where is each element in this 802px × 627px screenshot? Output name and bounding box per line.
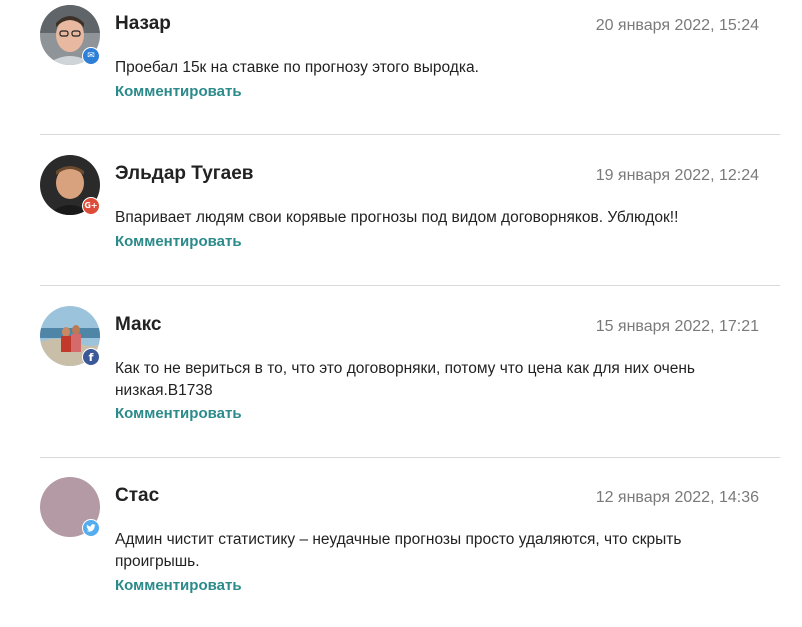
divider — [40, 457, 780, 458]
google-plus-icon: G+ — [82, 197, 100, 215]
comment-author: Стас — [115, 485, 160, 506]
comment-author: Назар — [115, 13, 171, 34]
comment-date: 12 января 2022, 14:36 — [595, 489, 759, 506]
comment-text: Проебал 15к на ставке по прогнозу этого … — [115, 59, 479, 76]
comment-date: 19 января 2022, 12:24 — [595, 167, 759, 184]
comment-author: Макс — [115, 314, 162, 335]
divider — [40, 285, 780, 286]
comment-reply-link[interactable]: Комментировать — [115, 83, 242, 100]
comment-text: Как то не вериться в то, что это договор… — [115, 360, 695, 399]
facebook-icon: f — [82, 348, 100, 366]
comment-item: G+ Эльдар Тугаев 19 января 2022, 12:24 В… — [40, 155, 780, 305]
comment-date: 15 января 2022, 17:21 — [595, 318, 759, 335]
comment-text: Впаривает людям свои корявые прогнозы по… — [115, 209, 679, 226]
comment-reply-link[interactable]: Комментировать — [115, 577, 242, 594]
divider — [40, 134, 780, 135]
envelope-icon: ✉ — [82, 47, 100, 65]
comment-item: ✉ Назар 20 января 2022, 15:24 Проебал 15… — [40, 5, 780, 155]
twitter-icon — [82, 519, 100, 537]
comment-item: Стас 12 января 2022, 14:36 Админ чистит … — [40, 477, 780, 627]
comment-item: f Макс 15 января 2022, 17:21 Как то не в… — [40, 306, 780, 456]
comment-reply-link[interactable]: Комментировать — [115, 405, 242, 422]
comment-author: Эльдар Тугаев — [115, 163, 254, 184]
comment-text: Админ чистит статистику – неудачные прог… — [115, 531, 682, 570]
comment-reply-link[interactable]: Комментировать — [115, 233, 242, 250]
comment-date: 20 января 2022, 15:24 — [595, 17, 759, 34]
